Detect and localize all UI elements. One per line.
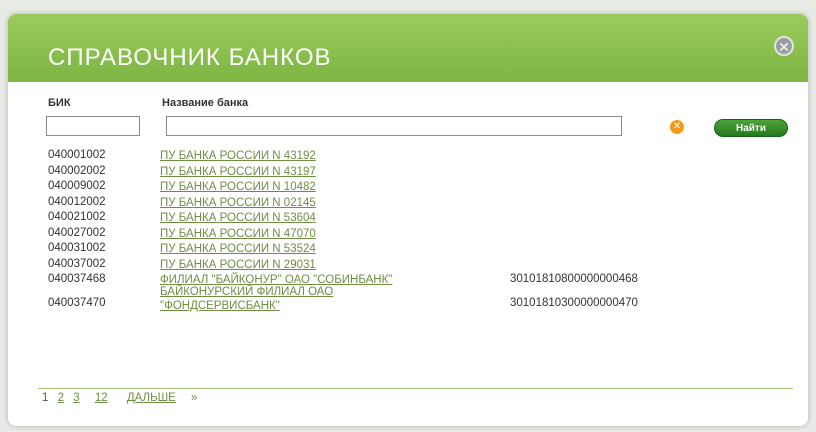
bik-cell: 040037002 [48, 257, 106, 270]
bik-label: БИК [48, 97, 71, 109]
bank-name-link[interactable]: ПУ БАНКА РОССИИ N 43197 [160, 165, 390, 179]
table-row: 040027002 ПУ БАНКА РОССИИ N 47070 [48, 225, 808, 241]
bank-name-link[interactable]: ПУ БАНКА РОССИИ N 47070 [160, 227, 390, 241]
close-icon[interactable]: ✕ [774, 36, 794, 56]
last-page-icon[interactable]: » [191, 392, 197, 404]
find-button[interactable]: Найти [714, 119, 788, 137]
next-page-link[interactable]: ДАЛЬШЕ [127, 392, 176, 404]
table-row: 040002002 ПУ БАНКА РОССИИ N 43197 [48, 163, 808, 179]
bank-name-link[interactable]: ПУ БАНКА РОССИИ N 29031 [160, 258, 390, 272]
bank-name-label: Название банка [162, 97, 249, 109]
page-link[interactable]: 2 [58, 392, 64, 404]
divider [38, 388, 793, 389]
account-cell: 30101810300000000470 [510, 296, 638, 309]
bank-name-input[interactable] [166, 116, 622, 136]
clear-icon[interactable]: ✕ [670, 120, 684, 134]
bank-name-link[interactable]: ПУ БАНКА РОССИИ N 10482 [160, 180, 390, 194]
bik-cell: 040031002 [48, 242, 106, 254]
bank-list: 040001002 ПУ БАНКА РОССИИ N 43192 040002… [48, 147, 808, 319]
page-link[interactable]: 3 [73, 392, 79, 404]
dialog-title: СПРАВОЧНИК БАНКОВ [48, 44, 332, 71]
page-link-last[interactable]: 12 [95, 392, 108, 404]
bik-cell: 040001002 [48, 149, 106, 161]
bik-cell: 040002002 [48, 164, 106, 177]
table-row: 040012002 ПУ БАНКА РОССИИ N 02145 [48, 194, 808, 210]
bik-cell: 040021002 [48, 211, 106, 223]
bank-name-link[interactable]: ПУ БАНКА РОССИИ N 43192 [160, 149, 390, 163]
bik-cell: 040027002 [48, 226, 106, 239]
table-row: 040031002 ПУ БАНКА РОССИИ N 53524 [48, 240, 808, 256]
bik-cell: 040037470 [48, 296, 106, 309]
bik-cell: 040009002 [48, 180, 106, 192]
page-current: 1 [42, 392, 49, 404]
bank-directory-dialog: СПРАВОЧНИК БАНКОВ ✕ БИК Название банка ✕… [8, 14, 808, 426]
pagination: 1 2 3 12 ДАЛЬШЕ » [42, 392, 203, 404]
bank-name-link[interactable]: ПУ БАНКА РОССИИ N 53524 [160, 242, 390, 256]
bik-cell: 040037468 [48, 273, 106, 285]
bik-cell: 040012002 [48, 195, 106, 208]
bank-name-link[interactable]: БАЙКОНУРСКИЙ ФИЛИАЛ ОАО "ФОНДСЕРВИСБАНК" [160, 285, 350, 313]
account-cell: 30101810800000000468 [510, 273, 638, 285]
table-row: 040009002 ПУ БАНКА РОССИИ N 10482 [48, 178, 808, 194]
table-row: 040037002 ПУ БАНКА РОССИИ N 29031 [48, 256, 808, 272]
dialog-header: СПРАВОЧНИК БАНКОВ ✕ [8, 14, 808, 82]
bik-input[interactable] [46, 116, 140, 136]
table-row: 040037470 БАЙКОНУРСКИЙ ФИЛИАЛ ОАО "ФОНДС… [48, 285, 808, 319]
bank-name-link[interactable]: ПУ БАНКА РОССИИ N 53604 [160, 211, 390, 225]
table-row: 040001002 ПУ БАНКА РОССИИ N 43192 [48, 147, 808, 163]
bank-name-link[interactable]: ПУ БАНКА РОССИИ N 02145 [160, 196, 390, 210]
table-row: 040021002 ПУ БАНКА РОССИИ N 53604 [48, 209, 808, 225]
